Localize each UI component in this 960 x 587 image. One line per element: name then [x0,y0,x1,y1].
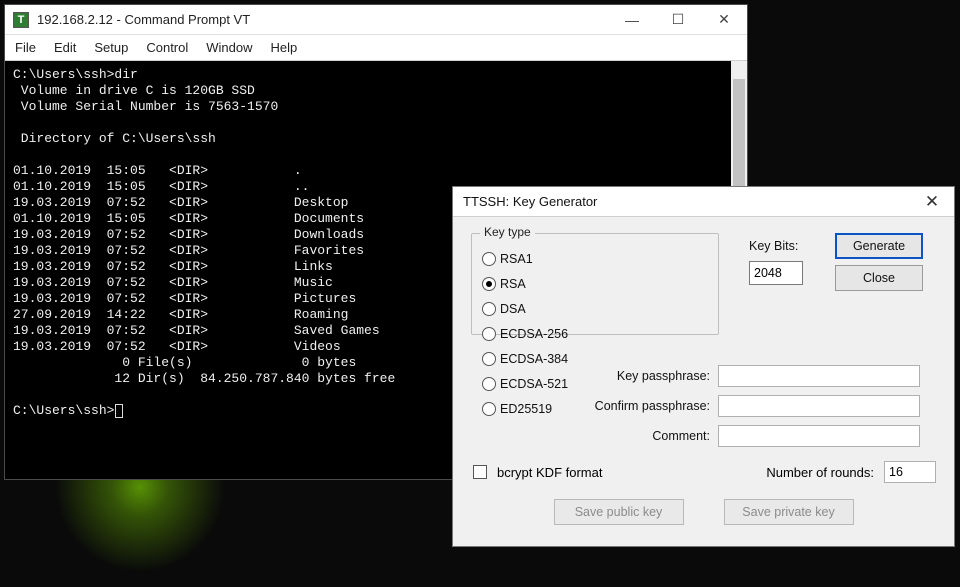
keybits-label: Key Bits: [749,239,798,253]
app-icon: T [13,12,29,28]
close-button[interactable]: Close [835,265,923,291]
cursor [115,404,123,418]
dialog-close-button[interactable]: ✕ [910,187,954,217]
key-generator-dialog: TTSSH: Key Generator ✕ Key type RSA1 RSA D… [452,186,955,547]
dialog-title: TTSSH: Key Generator [463,194,597,209]
radio-dot-icon [482,377,496,391]
radio-ecdsa-384[interactable]: ECDSA-384 [482,346,600,371]
terminal-titlebar[interactable]: T 192.168.2.12 - Command Prompt VT — ☐ ✕ [5,5,747,35]
radio-rsa1[interactable]: RSA1 [482,246,600,271]
minimize-button[interactable]: — [609,5,655,35]
key-type-legend: Key type [480,225,535,239]
radio-rsa[interactable]: RSA [482,271,600,296]
passphrase-input[interactable] [718,365,920,387]
dialog-titlebar[interactable]: TTSSH: Key Generator ✕ [453,187,954,217]
confirm-passphrase-input[interactable] [718,395,920,417]
save-public-key-button[interactable]: Save public key [554,499,684,525]
radio-dot-icon [482,327,496,341]
radio-label: DSA [500,302,526,316]
comment-input[interactable] [718,425,920,447]
menu-setup[interactable]: Setup [94,40,128,55]
window-title: 192.168.2.12 - Command Prompt VT [37,12,250,27]
menu-help[interactable]: Help [271,40,298,55]
radio-label: ECDSA-256 [500,327,568,341]
radio-ecdsa-521[interactable]: ECDSA-521 [482,371,600,396]
radio-label: ECDSA-384 [500,352,568,366]
radio-dsa[interactable]: DSA [482,296,600,321]
radio-dot-icon [482,402,496,416]
save-private-key-button[interactable]: Save private key [724,499,854,525]
rounds-input[interactable] [884,461,936,483]
menu-control[interactable]: Control [146,40,188,55]
bcrypt-label: bcrypt KDF format [497,465,602,480]
radio-dot-icon [482,252,496,266]
radio-dot-icon [482,277,496,291]
comment-label: Comment: [652,429,710,443]
key-type-group: Key type RSA1RSADSAECDSA-256ECDSA-384ECD… [471,233,719,335]
close-button[interactable]: ✕ [701,5,747,35]
radio-label: ECDSA-521 [500,377,568,391]
bcrypt-checkbox[interactable] [473,465,487,479]
radio-ed25519[interactable]: ED25519 [482,396,600,421]
menu-edit[interactable]: Edit [54,40,76,55]
radio-dot-icon [482,352,496,366]
maximize-button[interactable]: ☐ [655,5,701,35]
radio-label: RSA [500,277,526,291]
radio-label: ED25519 [500,402,552,416]
menu-bar: File Edit Setup Control Window Help [5,35,747,61]
radio-ecdsa-256[interactable]: ECDSA-256 [482,321,600,346]
menu-window[interactable]: Window [206,40,252,55]
generate-button[interactable]: Generate [835,233,923,259]
radio-label: RSA1 [500,252,533,266]
menu-file[interactable]: File [15,40,36,55]
keybits-input[interactable] [749,261,803,285]
radio-dot-icon [482,302,496,316]
rounds-label: Number of rounds: [766,465,874,480]
